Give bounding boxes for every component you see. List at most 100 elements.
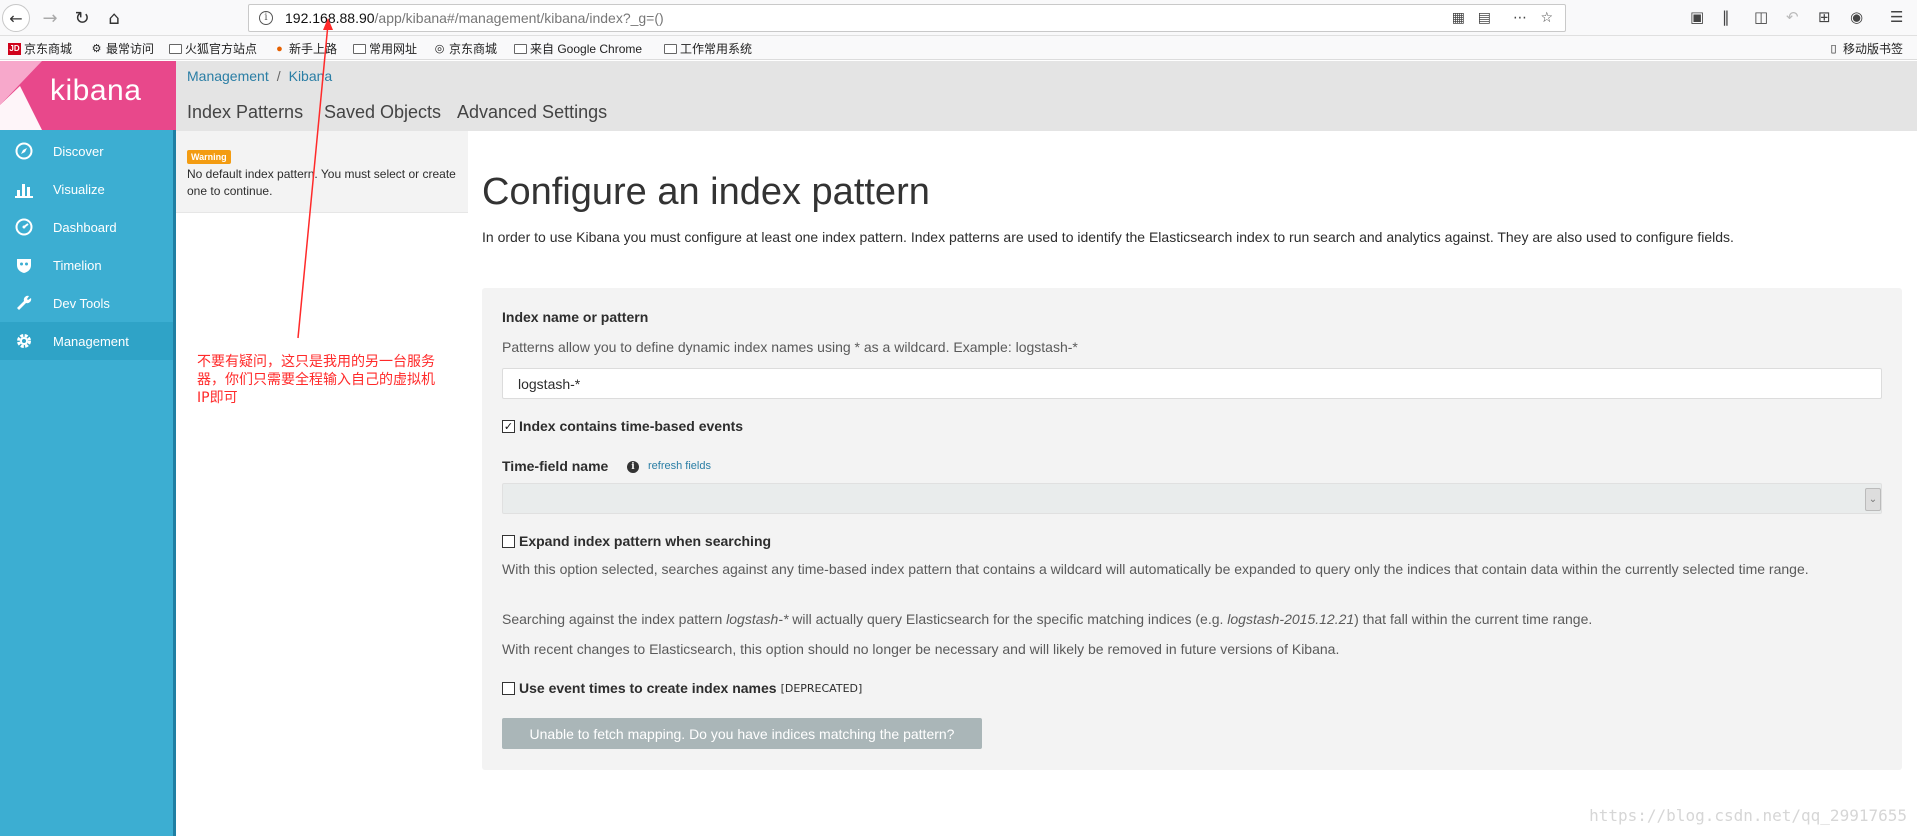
- expand-checkbox[interactable]: [502, 534, 515, 548]
- breadcrumb-management[interactable]: Management: [187, 68, 269, 84]
- bookmark-from-chrome[interactable]: 来自 Google Chrome: [514, 40, 642, 57]
- nav-management[interactable]: Management: [0, 322, 173, 360]
- info-icon[interactable]: i: [627, 461, 639, 473]
- gear-icon: ⚙: [91, 42, 102, 55]
- folder-icon: [169, 43, 182, 54]
- fetch-mapping-button[interactable]: Unable to fetch mapping. Do you have ind…: [502, 718, 982, 749]
- shield-icon: [14, 255, 34, 275]
- reader-view-icon[interactable]: ▤: [1478, 10, 1491, 26]
- folder-icon: [664, 43, 677, 54]
- bookmark-label: 常用网址: [369, 42, 418, 56]
- bookmark-firefox-site[interactable]: 火狐官方站点: [169, 40, 257, 57]
- page-title: Configure an index pattern: [482, 171, 930, 213]
- nav-label: Discover: [53, 143, 104, 159]
- folder-icon: [353, 43, 366, 54]
- folder-icon: [514, 43, 527, 54]
- app-header: Management / Kibana Index Patterns Saved O…: [176, 61, 1917, 131]
- tab-index-patterns[interactable]: Index Patterns: [187, 102, 303, 123]
- warning-text: No default index pattern. You must selec…: [187, 167, 456, 198]
- more-actions-icon[interactable]: ⋯: [1513, 10, 1527, 26]
- nav-visualize[interactable]: Visualize: [0, 170, 173, 208]
- reload-icon[interactable]: ↻: [68, 4, 96, 32]
- time-field-select[interactable]: ⌄: [502, 483, 1882, 514]
- bookmark-label: 工作常用系统: [680, 42, 753, 56]
- bookmark-mobile[interactable]: ▯ 移动版书签: [1827, 40, 1903, 57]
- bookmark-work-systems[interactable]: 工作常用系统: [664, 40, 752, 57]
- time-field-label: Time-field name: [502, 458, 609, 474]
- back-arrow-icon[interactable]: ←: [2, 4, 30, 32]
- bookmark-getting-started[interactable]: ● 新手上路: [273, 40, 337, 57]
- bookmark-jd-2[interactable]: ◎ 京东商城: [433, 40, 497, 57]
- index-pattern-list: Warning No default index pattern. You mu…: [176, 131, 468, 213]
- bookmark-label: 京东商城: [449, 42, 498, 56]
- bookmark-label: 火狐官方站点: [185, 42, 258, 56]
- expand-help-2-example: logstash-2015.12.21: [1227, 611, 1355, 627]
- expand-help-1: With this option selected, searches agai…: [502, 561, 1809, 577]
- nav-label: Management: [53, 333, 129, 349]
- expand-help-2: Searching against the index pattern logs…: [502, 609, 1882, 629]
- library-icon[interactable]: ‖: [1722, 8, 1730, 26]
- home-icon[interactable]: ⌂: [100, 4, 128, 32]
- bookmark-jd[interactable]: JD 京东商城: [8, 40, 72, 57]
- event-times-checkbox[interactable]: [502, 681, 515, 695]
- undo-icon[interactable]: ↶: [1786, 8, 1799, 26]
- wrench-icon: [14, 293, 34, 313]
- deprecated-tag: [DEPRECATED]: [780, 681, 863, 695]
- breadcrumb-kibana[interactable]: Kibana: [289, 68, 333, 84]
- event-times-row[interactable]: Use event times to create index names [D…: [502, 680, 862, 696]
- nav-discover[interactable]: Discover: [0, 132, 173, 170]
- kibana-logo[interactable]: kibana: [0, 61, 176, 130]
- time-based-row[interactable]: ✓ Index contains time-based events: [502, 418, 743, 434]
- bookmark-common-sites[interactable]: 常用网址: [353, 40, 417, 57]
- expand-help-3: With recent changes to Elasticsearch, th…: [502, 641, 1340, 657]
- tab-advanced-settings[interactable]: Advanced Settings: [457, 102, 607, 123]
- mobile-icon: ▯: [1830, 42, 1837, 55]
- crop-icon[interactable]: ⊞: [1818, 8, 1831, 26]
- qr-code-icon[interactable]: ▦: [1452, 10, 1465, 26]
- index-pattern-input[interactable]: [502, 368, 1882, 399]
- nav-label: Dashboard: [53, 219, 117, 235]
- menu-icon[interactable]: ☰: [1890, 8, 1903, 26]
- bookmark-label: 移动版书签: [1842, 42, 1903, 56]
- site-info-icon[interactable]: i: [259, 11, 273, 25]
- url-host: 192.168.88.90: [285, 10, 375, 26]
- bookmark-label: 京东商城: [24, 42, 73, 56]
- annotation-text: 不要有疑问，这只是我用的另一台服务器，你们只需要全程输入自己的虚拟机IP即可: [197, 354, 435, 406]
- watermark: https://blog.csdn.net/qq_29917655: [1589, 806, 1907, 825]
- bookmark-star-icon[interactable]: ☆: [1540, 10, 1553, 26]
- kibana-logo-icon: [0, 61, 42, 130]
- url-bar[interactable]: i 192.168.88.90/app/kibana#/management/k…: [248, 4, 1566, 32]
- tab-saved-objects[interactable]: Saved Objects: [324, 102, 441, 123]
- url-path: /app/kibana#/management/kibana/index?_g=…: [374, 10, 664, 26]
- warning-badge: Warning: [187, 150, 231, 164]
- forward-arrow-icon[interactable]: →: [36, 4, 64, 32]
- expand-row[interactable]: Expand index pattern when searching: [502, 533, 771, 549]
- firefox-icon: ●: [276, 42, 283, 55]
- nav-timelion[interactable]: Timelion: [0, 246, 173, 284]
- bookmarks-bar: JD 京东商城 ⚙ 最常访问 火狐官方站点 ● 新手上路 常用网址 ◎ 京东商城 来自 …: [0, 36, 1917, 60]
- chevron-down-icon[interactable]: ⌄: [1865, 488, 1881, 511]
- sidebar-toggle-icon[interactable]: ◫: [1754, 8, 1768, 26]
- browser-toolbar: ← → ↻ ⌂ i 192.168.88.90/app/kibana#/mana…: [0, 0, 1917, 36]
- time-based-label: Index contains time-based events: [519, 418, 744, 434]
- nav-label: Visualize: [53, 181, 105, 197]
- screenshot-icon[interactable]: ▣: [1690, 8, 1704, 26]
- nav-label: Timelion: [53, 257, 102, 273]
- nav-label: Dev Tools: [53, 295, 110, 311]
- expand-help-2-post: ) that fall within the current time rang…: [1354, 611, 1593, 627]
- nav-dev-tools[interactable]: Dev Tools: [0, 284, 173, 322]
- compass-icon: [14, 141, 34, 161]
- globe-icon: ◎: [434, 42, 445, 55]
- chat-icon[interactable]: ◉: [1850, 8, 1863, 26]
- bookmark-most-visited[interactable]: ⚙ 最常访问: [90, 40, 154, 57]
- page-intro: In order to use Kibana you must configur…: [482, 229, 1734, 245]
- url-text: 192.168.88.90/app/kibana#/management/kib…: [285, 10, 664, 26]
- nav-dashboard[interactable]: Dashboard: [0, 208, 173, 246]
- index-pattern-form: Index name or pattern Patterns allow you…: [482, 288, 1902, 770]
- index-name-label: Index name or pattern: [502, 309, 649, 325]
- refresh-fields-link[interactable]: refresh fields: [648, 460, 711, 472]
- time-based-checkbox[interactable]: ✓: [502, 419, 515, 433]
- index-name-help: Patterns allow you to define dynamic ind…: [502, 339, 1078, 355]
- expand-help-2-mid: will actually query Elasticsearch for th…: [788, 611, 1228, 627]
- gear-icon: [14, 331, 34, 351]
